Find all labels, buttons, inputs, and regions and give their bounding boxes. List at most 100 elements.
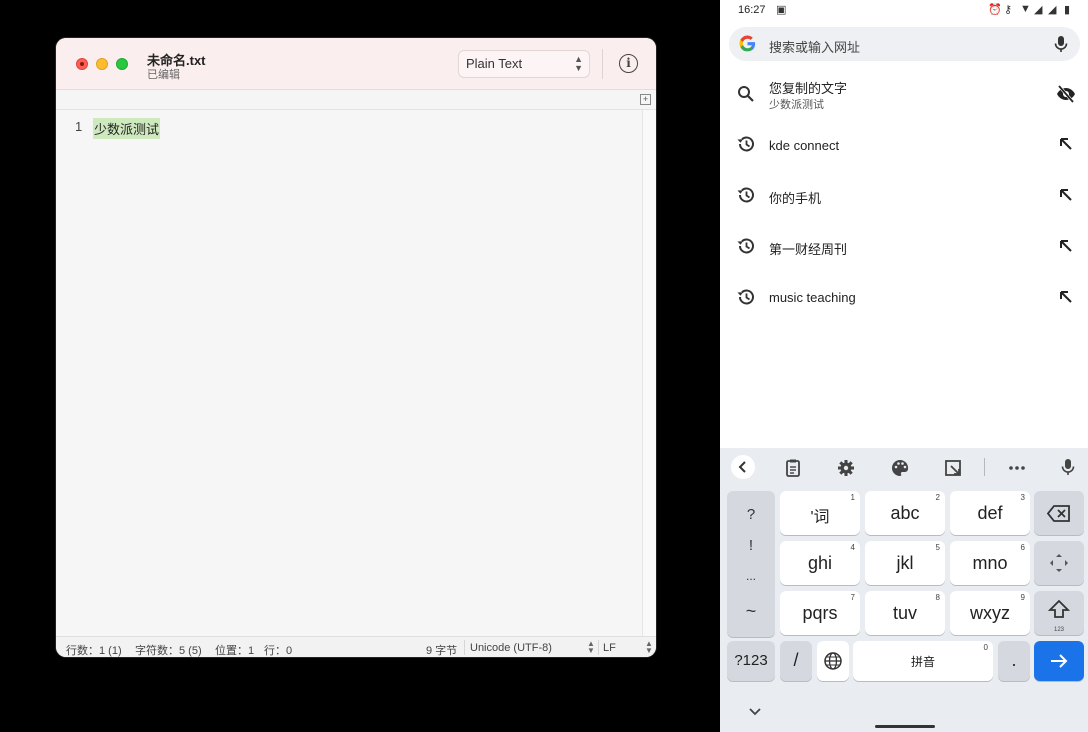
palette-icon[interactable] xyxy=(890,458,910,478)
key-8[interactable]: 8 tuv xyxy=(865,591,945,635)
symbol-column[interactable]: ? ! ... ~ xyxy=(727,491,775,637)
suggestion-history-item[interactable]: 你的手机 xyxy=(720,171,1088,221)
minimize-window-button[interactable] xyxy=(96,58,108,70)
symbol-key[interactable]: ? xyxy=(727,506,775,523)
gesture-home-bar[interactable] xyxy=(875,725,935,728)
encoding-select[interactable]: Unicode (UTF-8) xyxy=(470,642,552,654)
editor-status-bar: 行数：1 (1) 字符数：5 (5) 位置：1 行：0 9 字节 Unicode… xyxy=(56,636,656,657)
info-button[interactable]: i xyxy=(619,54,638,73)
chevron-left-icon[interactable] xyxy=(731,455,755,479)
keyboard-toolbar xyxy=(720,448,1088,486)
cursor-move-key[interactable] xyxy=(1034,541,1084,585)
mic-icon[interactable] xyxy=(1054,35,1068,58)
screen: 未命名.txt 已编辑 Plain Text ▲ ▼ i + 1 少数派测试 行数… xyxy=(0,0,1088,732)
status-divider xyxy=(464,640,465,655)
suggestion-subtitle: 少数派测试 xyxy=(769,99,824,111)
status-char-count: 字符数：5 (5) xyxy=(135,645,202,657)
key-label: def xyxy=(977,503,1003,523)
key-number: 5 xyxy=(935,543,940,552)
shift-sublabel: 123 xyxy=(1053,627,1064,633)
space-key[interactable]: 0 拼音 xyxy=(853,641,993,681)
vertical-scrollbar[interactable] xyxy=(642,110,656,636)
globe-icon xyxy=(823,651,843,676)
line-ending-select[interactable]: LF xyxy=(603,642,616,654)
key-label: 拼音 xyxy=(910,655,935,669)
backspace-icon xyxy=(1046,505,1071,527)
key-4[interactable]: 4 ghi xyxy=(780,541,860,585)
key-1[interactable]: 1 '词 xyxy=(780,491,860,535)
key-3[interactable]: 3 def xyxy=(950,491,1030,535)
key-label: tuv xyxy=(892,603,917,623)
enter-key[interactable] xyxy=(1034,641,1084,681)
key-5[interactable]: 5 jkl xyxy=(865,541,945,585)
suggestion-title: kde connect xyxy=(769,138,840,153)
signal-icon-2: ◢ xyxy=(1048,4,1057,16)
period-key[interactable]: . xyxy=(998,641,1030,681)
search-input[interactable]: 搜索或输入网址 xyxy=(769,37,860,56)
arrow-up-left-icon[interactable] xyxy=(1056,236,1076,256)
slash-key[interactable]: / xyxy=(780,641,812,681)
key-number: 8 xyxy=(935,593,940,602)
toolbar-divider xyxy=(602,49,603,79)
key-number: 0 xyxy=(983,643,988,652)
eye-off-icon[interactable] xyxy=(1056,84,1076,104)
clipboard-icon[interactable] xyxy=(783,458,803,478)
editor-text-area[interactable]: 1 少数派测试 xyxy=(56,110,642,636)
vpn-key-icon: ⚷ xyxy=(1004,4,1013,16)
search-icon xyxy=(736,84,756,104)
key-number: 2 xyxy=(935,493,940,502)
backspace-key[interactable] xyxy=(1034,491,1084,535)
suggestion-history-item[interactable]: music teaching xyxy=(720,273,1088,323)
android-status-bar: 16:27 ▣ ⏰ ⚷ ▼ ◢ ◢ ▮ xyxy=(720,0,1088,22)
key-label: '词 xyxy=(810,509,830,526)
status-line-count: 行数：1 (1) xyxy=(66,645,122,657)
key-2[interactable]: 2 abc xyxy=(865,491,945,535)
key-6[interactable]: 6 mno xyxy=(950,541,1030,585)
suggestion-copied-text[interactable]: 您复制的文字 少数派测试 xyxy=(720,70,1088,120)
symbol-key[interactable]: ! xyxy=(727,537,775,554)
window-titlebar: 未命名.txt 已编辑 Plain Text ▲ ▼ i xyxy=(56,38,656,90)
updown-chevron-icon: ▲ ▼ xyxy=(587,639,595,655)
symbol-key[interactable]: ... xyxy=(727,569,775,583)
key-label: jkl xyxy=(896,553,914,573)
arrow-up-left-icon[interactable] xyxy=(1056,134,1076,154)
signal-icon: ◢ xyxy=(1034,4,1043,16)
key-label: / xyxy=(793,650,799,670)
notification-icon: ▣ xyxy=(776,4,787,16)
close-window-button[interactable] xyxy=(76,58,88,70)
history-icon xyxy=(736,287,756,307)
document-edited-status: 已编辑 xyxy=(147,69,180,81)
language-key[interactable] xyxy=(817,641,849,681)
syntax-mode-select[interactable]: Plain Text ▲ ▼ xyxy=(458,50,590,78)
key-label: . xyxy=(1011,650,1017,670)
mic-icon[interactable] xyxy=(1061,458,1081,478)
maximize-window-button[interactable] xyxy=(116,58,128,70)
key-number: 7 xyxy=(850,593,855,602)
battery-icon: ▮ xyxy=(1064,4,1071,16)
suggestion-history-item[interactable]: 第一财经周刊 xyxy=(720,222,1088,272)
gear-icon[interactable] xyxy=(836,458,856,478)
symbols-mode-key[interactable]: ?123 xyxy=(727,641,775,681)
key-9[interactable]: 9 wxyz xyxy=(950,591,1030,635)
key-label: abc xyxy=(890,503,920,523)
arrow-up-left-icon[interactable] xyxy=(1056,185,1076,205)
address-bar[interactable]: 搜索或输入网址 xyxy=(729,27,1080,61)
split-editor-icon[interactable]: + xyxy=(640,94,651,105)
line-number: 1 xyxy=(75,119,83,134)
status-divider xyxy=(598,640,599,655)
key-7[interactable]: 7 pqrs xyxy=(780,591,860,635)
suggestion-title: 第一财经周刊 xyxy=(769,242,848,257)
move-arrows-icon xyxy=(1048,552,1070,579)
symbol-key[interactable]: ~ xyxy=(727,601,775,622)
text-line-selected[interactable]: 少数派测试 xyxy=(93,118,161,139)
suggestion-history-item[interactable]: kde connect xyxy=(720,120,1088,170)
resize-icon[interactable] xyxy=(943,458,963,478)
history-icon xyxy=(736,236,756,256)
arrow-up-left-icon[interactable] xyxy=(1056,287,1076,307)
shift-arrow-icon xyxy=(1047,599,1071,626)
key-label: pqrs xyxy=(802,603,838,623)
more-icon[interactable] xyxy=(1007,458,1027,478)
shift-key[interactable]: 123 xyxy=(1034,591,1084,635)
suggestion-title: 你的手机 xyxy=(769,191,822,206)
hide-keyboard-icon[interactable] xyxy=(748,704,762,722)
